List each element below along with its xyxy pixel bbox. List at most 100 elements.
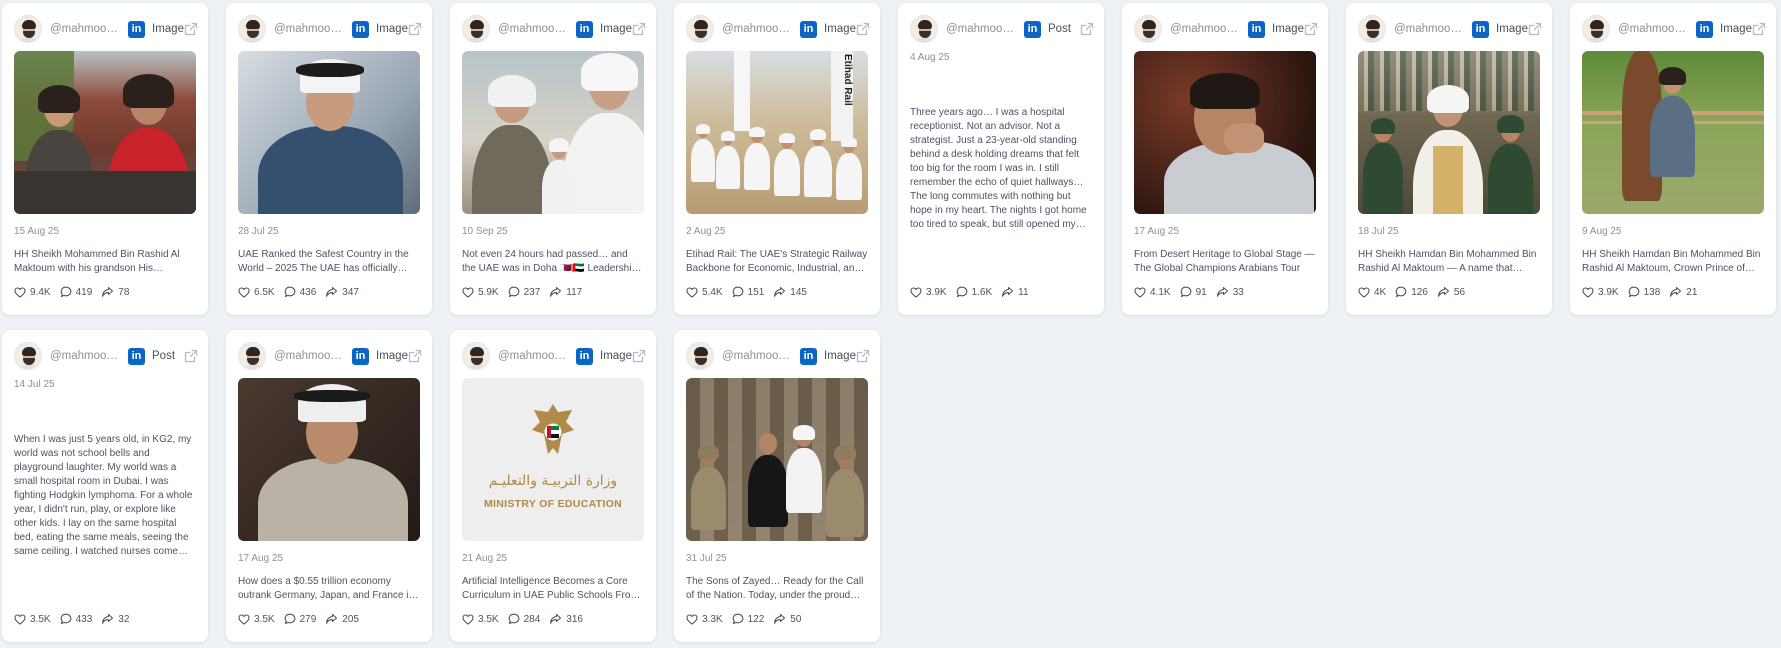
- post-date: 15 Aug 25: [14, 226, 60, 237]
- author-handle[interactable]: @mahmood-abdulla: [50, 350, 122, 362]
- post-excerpt[interactable]: Artificial Intelligence Becomes a Core C…: [462, 575, 644, 603]
- comments-stat: 237: [508, 286, 540, 298]
- post-excerpt[interactable]: The Sons of Zayed… Ready for the Call of…: [686, 575, 868, 603]
- heart-icon: [462, 286, 474, 298]
- heart-icon: [238, 286, 250, 298]
- post-excerpt[interactable]: From Desert Heritage to Global Stage — T…: [1134, 248, 1316, 276]
- shares-count: 78: [118, 286, 130, 298]
- post-card[interactable]: @mahmood-abdulla in Image 31 Jul 25 The S…: [674, 330, 880, 642]
- linkedin-icon: in: [1696, 20, 1713, 38]
- post-image[interactable]: [1582, 51, 1764, 214]
- author-handle[interactable]: @mahmood-abdulla: [946, 23, 1018, 35]
- author-avatar[interactable]: [1358, 15, 1386, 43]
- author-avatar[interactable]: [686, 342, 714, 370]
- post-card[interactable]: @mahmood-abdulla in Image 18 Jul 25 HH Sh…: [1346, 3, 1552, 315]
- post-image[interactable]: [1134, 51, 1316, 214]
- comment-icon: [60, 613, 71, 625]
- likes-count: 5.9K: [478, 286, 499, 298]
- author-avatar[interactable]: [238, 342, 266, 370]
- post-card[interactable]: @mahmood-abdulla in Image 10 Sep 25 Not e…: [450, 3, 656, 315]
- post-image[interactable]: [14, 51, 196, 214]
- post-text[interactable]: Three years ago… I was a hospital recept…: [910, 106, 1092, 232]
- external-link-icon[interactable]: [408, 349, 422, 363]
- heart-icon: [686, 286, 698, 298]
- author-handle[interactable]: @mahmood-abdulla: [722, 350, 794, 362]
- author-handle[interactable]: @mahmood-abdulla: [722, 23, 794, 35]
- post-card[interactable]: @mahmood-abdulla in Image Etihad Rail 2 …: [674, 3, 880, 315]
- post-excerpt[interactable]: HH Sheikh Mohammed Bin Rashid Al Maktoum…: [14, 248, 196, 276]
- external-link-icon[interactable]: [184, 22, 198, 36]
- external-link-icon[interactable]: [856, 349, 870, 363]
- post-image[interactable]: [686, 378, 868, 541]
- external-link-icon[interactable]: [184, 349, 198, 363]
- external-link-icon[interactable]: [632, 22, 646, 36]
- comments-stat: 151: [732, 286, 765, 298]
- author-avatar[interactable]: [1582, 15, 1610, 43]
- post-card[interactable]: @mahmood-abdulla in Image وزارة التربيـة…: [450, 330, 656, 642]
- author-handle[interactable]: @mahmood-abdulla: [498, 350, 570, 362]
- share-icon: [550, 286, 562, 297]
- author-avatar[interactable]: [462, 15, 490, 43]
- author-avatar[interactable]: [462, 342, 490, 370]
- author-handle[interactable]: @mahmood-abdulla: [274, 350, 346, 362]
- post-date: 10 Sep 25: [462, 226, 508, 237]
- external-link-icon[interactable]: [632, 349, 646, 363]
- post-text[interactable]: When I was just 5 years old, in KG2, my …: [14, 433, 196, 559]
- post-image[interactable]: [1358, 51, 1540, 214]
- post-excerpt[interactable]: HH Sheikh Hamdan Bin Mohammed Bin Rashid…: [1358, 248, 1540, 276]
- external-link-icon[interactable]: [1528, 22, 1542, 36]
- shares-count: 56: [1453, 286, 1466, 298]
- post-type-label: Image: [600, 23, 632, 35]
- author-avatar[interactable]: [1134, 15, 1162, 43]
- external-link-icon[interactable]: [856, 22, 870, 36]
- post-card[interactable]: @mahmood-abdulla in Post 4 Aug 25 Three y…: [898, 3, 1104, 315]
- author-avatar[interactable]: [686, 15, 714, 43]
- author-avatar[interactable]: [14, 15, 42, 43]
- post-card[interactable]: @mahmood-abdulla in Image 15 Aug 25 HH Sh…: [2, 3, 208, 315]
- external-link-icon[interactable]: [1304, 22, 1318, 36]
- author-avatar[interactable]: [910, 15, 938, 43]
- post-excerpt[interactable]: UAE Ranked the Safest Country in the Wor…: [238, 248, 420, 276]
- post-image[interactable]: [462, 51, 644, 214]
- post-excerpt[interactable]: Not even 24 hours had passed… and the UA…: [462, 248, 644, 276]
- post-card[interactable]: @mahmood-abdulla in Image 9 Aug 25 HH She…: [1570, 3, 1776, 315]
- post-excerpt[interactable]: HH Sheikh Hamdan Bin Mohammed Bin Rashid…: [1582, 248, 1764, 276]
- shares-count: 205: [342, 613, 359, 625]
- author-handle[interactable]: @mahmood-abdulla: [50, 23, 122, 35]
- author-handle[interactable]: @mahmood-abdulla: [274, 23, 346, 35]
- shares-count: 33: [1232, 286, 1244, 298]
- linkedin-icon: in: [800, 347, 817, 365]
- post-image[interactable]: [238, 378, 420, 541]
- share-icon: [1670, 286, 1682, 297]
- share-icon: [774, 613, 786, 624]
- post-excerpt[interactable]: Etihad Rail: The UAE's Strategic Railway…: [686, 248, 868, 276]
- post-card[interactable]: @mahmood-abdulla in Image 17 Aug 25 From …: [1122, 3, 1328, 315]
- comments-count: 419: [75, 286, 93, 298]
- author-handle[interactable]: @mahmood-abdulla: [1618, 23, 1690, 35]
- shares-stat: 56: [1437, 286, 1465, 298]
- comment-icon: [284, 613, 295, 625]
- author-handle[interactable]: @mahmood-abdulla: [498, 23, 570, 35]
- card-header: @mahmood-abdulla in Image: [462, 15, 646, 43]
- post-card[interactable]: @mahmood-abdulla in Image 17 Aug 25 How d…: [226, 330, 432, 642]
- author-handle[interactable]: @mahmood-abdulla: [1394, 23, 1466, 35]
- external-link-icon[interactable]: [1752, 22, 1766, 36]
- author-avatar[interactable]: [238, 15, 266, 43]
- post-card[interactable]: @mahmood-abdulla in Image 28 Jul 25 UAE R…: [226, 3, 432, 315]
- post-image[interactable]: [238, 51, 420, 214]
- author-handle[interactable]: @mahmood-abdulla: [1170, 23, 1242, 35]
- post-image[interactable]: Etihad Rail: [686, 51, 868, 214]
- share-icon: [102, 613, 114, 624]
- post-date: 9 Aug 25: [1582, 226, 1622, 237]
- author-avatar[interactable]: [14, 342, 42, 370]
- comments-count: 151: [747, 286, 765, 298]
- post-type-label: Image: [824, 23, 856, 35]
- post-card[interactable]: @mahmood-abdulla in Post 14 Jul 25 When I…: [2, 330, 208, 642]
- comments-count: 126: [1411, 286, 1428, 298]
- post-date: 17 Aug 25: [238, 553, 284, 564]
- external-link-icon[interactable]: [408, 22, 422, 36]
- heart-icon: [238, 613, 250, 625]
- external-link-icon[interactable]: [1080, 22, 1094, 36]
- post-image[interactable]: وزارة التربيـة والتعليـم MINISTRY OF EDU…: [462, 378, 644, 541]
- post-excerpt[interactable]: How does a $0.55 trillion economy outran…: [238, 575, 420, 603]
